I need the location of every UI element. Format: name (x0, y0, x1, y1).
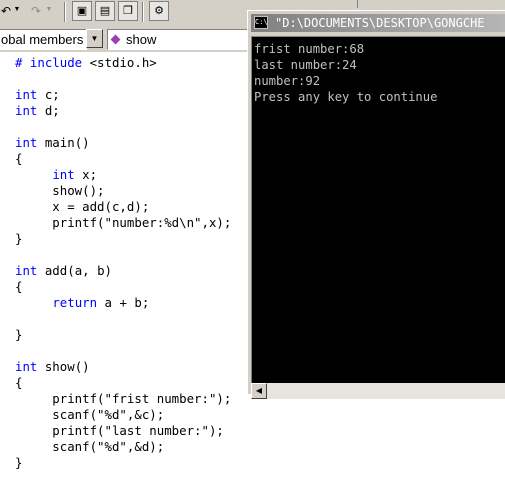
function-combo-text: show (126, 32, 157, 47)
code-line[interactable]: } (15, 327, 231, 343)
code-line[interactable]: { (15, 279, 231, 295)
code-line[interactable]: int show() (15, 359, 231, 375)
console-app-icon[interactable]: C:\ (254, 16, 268, 29)
toolbar-separator (64, 2, 66, 22)
code-keyword: int (15, 359, 38, 374)
window-list-icon[interactable]: ❐ (118, 1, 138, 21)
console-window[interactable]: C:\ "D:\DOCUMENTS\DESKTOP\GONGCHE frist … (247, 10, 505, 399)
code-text: a + b; (97, 295, 150, 310)
code-line[interactable]: show(); (15, 183, 231, 199)
code-keyword: # include (15, 55, 83, 70)
code-line[interactable]: int x; (15, 167, 231, 183)
scroll-left-icon[interactable]: ◀ (251, 383, 267, 399)
code-line[interactable]: printf("last number:"); (15, 423, 231, 439)
code-keyword: return (52, 295, 98, 310)
code-text: <stdio.h> (82, 55, 157, 70)
code-line[interactable]: { (15, 375, 231, 391)
code-text: d; (37, 103, 60, 118)
function-member-icon (110, 34, 121, 45)
code-line[interactable]: int d; (15, 103, 231, 119)
code-text: scanf("%d",&c); (15, 407, 165, 422)
code-text: c; (37, 87, 60, 102)
code-line[interactable] (15, 343, 231, 359)
code-line[interactable]: int c; (15, 87, 231, 103)
code-text: printf("frist number:"); (15, 391, 232, 406)
code-keyword: int (52, 167, 75, 182)
output-icon[interactable]: ▤ (95, 1, 115, 21)
code-line[interactable] (15, 311, 231, 327)
code-line[interactable] (15, 71, 231, 87)
code-line[interactable]: } (15, 231, 231, 247)
code-text: x; (74, 167, 98, 182)
code-text: add(a, b) (37, 263, 112, 278)
console-horizontal-scrollbar[interactable]: ◀ (251, 383, 505, 399)
source-code[interactable]: # include <stdio.h> int c; int d; int main(… (15, 55, 231, 471)
members-combo-text: obal members (1, 32, 84, 47)
code-keyword: int (15, 263, 38, 278)
code-text: { (15, 279, 23, 294)
toolbar-right-area (357, 0, 505, 8)
code-text: } (15, 455, 23, 470)
code-text: scanf("%d",&d); (15, 439, 165, 454)
code-text: main() (37, 135, 90, 150)
console-title: "D:\DOCUMENTS\DESKTOP\GONGCHE (275, 16, 485, 30)
code-text: { (15, 375, 23, 390)
code-line[interactable] (15, 247, 231, 263)
console-output: frist number:68 last number:24 number:92 Pr… (254, 41, 437, 105)
console-output-line: frist number:68 (254, 42, 365, 56)
redo-icon[interactable]: ↷ (26, 2, 46, 20)
console-titlebar[interactable]: C:\ "D:\DOCUMENTS\DESKTOP\GONGCHE (251, 14, 505, 32)
build-icon[interactable]: ⚙ (149, 1, 169, 21)
code-line[interactable]: printf("frist number:"); (15, 391, 231, 407)
code-line[interactable]: { (15, 151, 231, 167)
code-text: printf("last number:"); (15, 423, 224, 438)
undo-dropdown-icon[interactable]: ▼ (13, 5, 21, 15)
code-line[interactable] (15, 119, 231, 135)
code-line[interactable]: x = add(c,d); (15, 199, 231, 215)
code-text: x = add(c,d); (15, 199, 150, 214)
code-line[interactable]: return a + b; (15, 295, 231, 311)
code-text: } (15, 231, 23, 246)
code-line[interactable]: int main() (15, 135, 231, 151)
code-text: show() (37, 359, 90, 374)
workspace-icon[interactable]: ▣ (72, 1, 92, 21)
code-keyword: int (15, 87, 38, 102)
code-line[interactable]: printf("number:%d\n",x); (15, 215, 231, 231)
code-text: printf("number:%d\n",x); (15, 215, 232, 230)
code-line[interactable]: int add(a, b) (15, 263, 231, 279)
code-line[interactable]: scanf("%d",&c); (15, 407, 231, 423)
console-output-line: Press any key to continue (254, 90, 438, 104)
members-dropdown-button[interactable]: ▼ (86, 29, 103, 48)
code-keyword: int (15, 103, 38, 118)
code-text: } (15, 327, 23, 342)
function-combo[interactable]: show (107, 29, 252, 50)
members-combo[interactable]: obal members (0, 29, 87, 50)
code-keyword: int (15, 135, 38, 150)
code-text: show(); (15, 183, 105, 198)
code-line[interactable]: } (15, 455, 231, 471)
code-text: { (15, 151, 23, 166)
toolbar-separator (142, 2, 144, 22)
console-screen[interactable]: frist number:68 last number:24 number:92 Pr… (251, 36, 505, 383)
redo-dropdown-icon[interactable]: ▼ (45, 5, 53, 15)
console-output-line: last number:24 (254, 58, 357, 72)
code-line[interactable]: scanf("%d",&d); (15, 439, 231, 455)
code-line[interactable]: # include <stdio.h> (15, 55, 231, 71)
console-output-line: number:92 (254, 74, 321, 88)
